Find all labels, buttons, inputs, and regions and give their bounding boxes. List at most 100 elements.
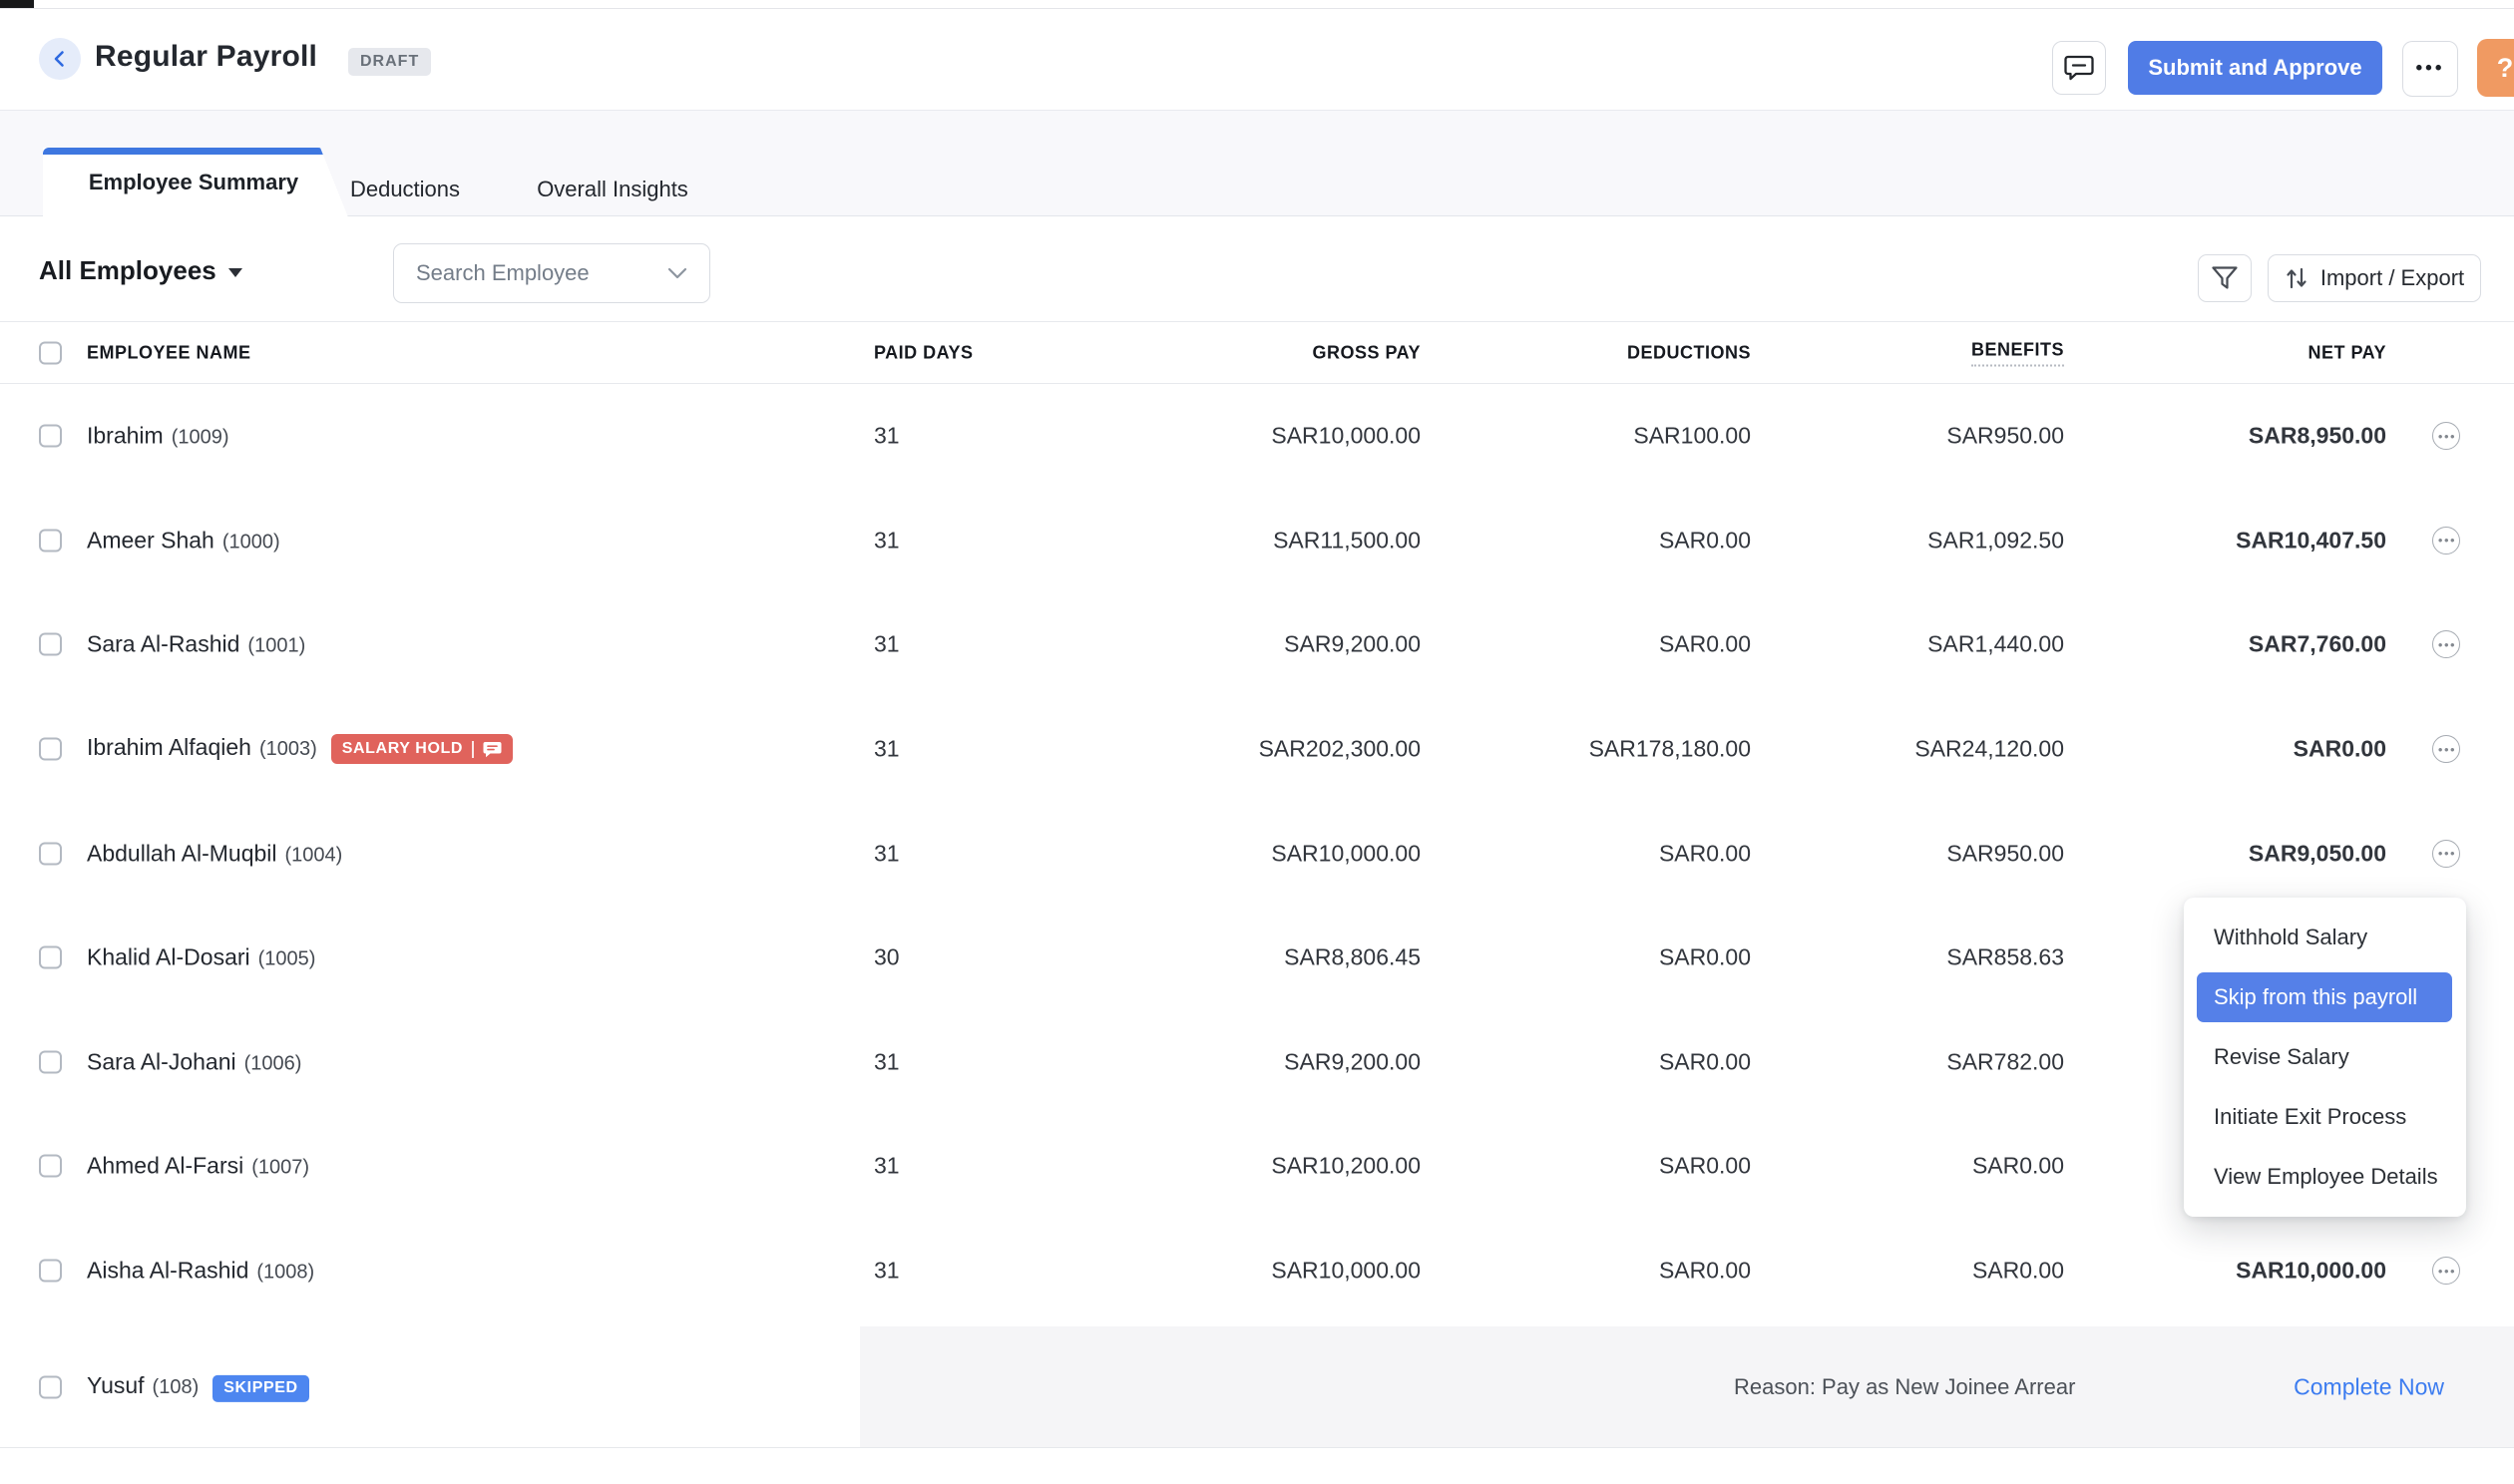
col-gross-pay: GROSS PAY — [1312, 342, 1421, 363]
employee-name: Ahmed Al-Farsi — [87, 1153, 243, 1179]
benefits-cell: SAR24,120.00 — [1914, 736, 2064, 763]
paid-days-cell: 31 — [874, 736, 900, 763]
help-button[interactable]: ? — [2477, 39, 2514, 97]
row-actions-button[interactable]: ••• — [2432, 735, 2460, 763]
row-actions-button[interactable]: ••• — [2432, 840, 2460, 868]
employee-name: Sara Al-Rashid — [87, 631, 239, 657]
row-checkbox[interactable] — [39, 633, 62, 656]
benefits-cell: SAR782.00 — [1946, 1048, 2064, 1075]
net-pay-cell: SAR10,000.00 — [2236, 1258, 2386, 1285]
deductions-cell: SAR178,180.00 — [1589, 736, 1751, 763]
table-row: Ibrahim Alfaqieh(1003)SALARY HOLD 31 SAR… — [0, 697, 2514, 802]
import-export-button[interactable]: Import / Export — [2268, 254, 2481, 302]
employee-name-cell: Ibrahim(1009) — [87, 423, 229, 450]
table-body: Ibrahim(1009) 31 SAR10,000.00 SAR100.00 … — [0, 384, 2514, 1322]
gross-pay-cell: SAR11,500.00 — [1273, 527, 1421, 554]
benefits-cell: SAR0.00 — [1972, 1258, 2064, 1285]
employee-name-cell: Ameer Shah(1000) — [87, 527, 280, 554]
table-row: Sara Al-Johani(1006) 31 SAR9,200.00 SAR0… — [0, 1010, 2514, 1115]
ellipsis-circle-icon: ••• — [2432, 630, 2460, 658]
tab-deductions[interactable]: Deductions — [350, 177, 460, 202]
more-actions-button[interactable]: ••• — [2402, 41, 2458, 97]
select-all-checkbox[interactable] — [39, 341, 62, 364]
net-pay-cell: SAR8,950.00 — [2249, 423, 2386, 450]
skipped-row: Reason: Pay as New Joinee Arrear Complet… — [0, 1326, 2514, 1448]
page-title: Regular Payroll — [95, 40, 317, 74]
paid-days-cell: 31 — [874, 527, 900, 554]
skip-reason-text: Reason: Pay as New Joinee Arrear — [1734, 1374, 2075, 1400]
page-header: Regular Payroll DRAFT Submit and Approve… — [0, 9, 2514, 110]
search-employee-select[interactable]: Search Employee — [393, 243, 710, 303]
employee-id: (1006) — [244, 1052, 302, 1074]
col-deductions: DEDUCTIONS — [1627, 342, 1751, 363]
employee-id: (108) — [153, 1375, 200, 1397]
comments-button[interactable] — [2052, 41, 2106, 95]
row-actions-button[interactable]: ••• — [2432, 630, 2460, 658]
menu-item-revise-salary[interactable]: Revise Salary — [2184, 1027, 2466, 1087]
row-checkbox[interactable] — [39, 1375, 62, 1398]
row-checkbox[interactable] — [39, 946, 62, 969]
row-actions-button[interactable]: ••• — [2432, 527, 2460, 555]
employee-name-cell: Abdullah Al-Muqbil(1004) — [87, 840, 342, 867]
deductions-cell: SAR0.00 — [1659, 631, 1751, 658]
benefits-cell: SAR858.63 — [1946, 944, 2064, 971]
net-pay-cell: SAR0.00 — [2294, 736, 2386, 763]
menu-item-skip-from-this-payroll[interactable]: Skip from this payroll — [2197, 972, 2452, 1022]
row-actions-button[interactable]: ••• — [2432, 1257, 2460, 1285]
benefits-cell: SAR0.00 — [1972, 1153, 2064, 1180]
skipped-reason-band: Reason: Pay as New Joinee Arrear Complet… — [860, 1326, 2514, 1447]
deductions-cell: SAR0.00 — [1659, 944, 1751, 971]
employee-id: (1009) — [172, 427, 229, 449]
employee-name: Khalid Al-Dosari — [87, 944, 250, 970]
ellipsis-circle-icon: ••• — [2432, 422, 2460, 450]
ellipsis-circle-icon: ••• — [2432, 735, 2460, 763]
employee-id: (1007) — [251, 1157, 309, 1179]
employee-name-cell: Sara Al-Rashid (1001) — [87, 631, 305, 658]
filter-button[interactable] — [2198, 254, 2252, 302]
tab-overall-insights[interactable]: Overall Insights — [537, 177, 688, 202]
question-mark-icon: ? — [2497, 53, 2514, 84]
employee-name: Aisha Al-Rashid — [87, 1258, 248, 1284]
table-row: Aisha Al-Rashid(1008) 31 SAR10,000.00 SA… — [0, 1219, 2514, 1323]
benefits-cell: SAR1,092.50 — [1927, 527, 2064, 554]
import-export-label: Import / Export — [2320, 265, 2464, 291]
deductions-cell: SAR0.00 — [1659, 1048, 1751, 1075]
menu-item-withhold-salary[interactable]: Withhold Salary — [2184, 908, 2466, 967]
speech-bubble-icon — [483, 741, 502, 758]
caret-down-icon — [228, 268, 242, 277]
employee-id: (1004) — [285, 844, 343, 866]
row-actions-button[interactable]: ••• — [2432, 422, 2460, 450]
table-header: EMPLOYEE NAME PAID DAYS GROSS PAY DEDUCT… — [0, 321, 2514, 384]
employee-scope-dropdown[interactable]: All Employees — [39, 255, 242, 286]
payroll-screen: Regular Payroll DRAFT Submit and Approve… — [0, 0, 2514, 1484]
row-checkbox[interactable] — [39, 1260, 62, 1283]
deductions-cell: SAR100.00 — [1633, 423, 1751, 450]
submit-and-approve-button[interactable]: Submit and Approve — [2128, 41, 2382, 95]
col-benefits: BENEFITS — [1971, 339, 2064, 366]
complete-now-link[interactable]: Complete Now — [2294, 1373, 2444, 1400]
deductions-cell: SAR0.00 — [1659, 1258, 1751, 1285]
gross-pay-cell: SAR9,200.00 — [1284, 631, 1421, 658]
employee-name: Sara Al-Johani — [87, 1048, 236, 1074]
window-edge-fragment — [0, 0, 34, 8]
row-checkbox[interactable] — [39, 842, 62, 865]
table-row: Abdullah Al-Muqbil(1004) 31 SAR10,000.00… — [0, 801, 2514, 906]
menu-item-view-employee-details[interactable]: View Employee Details — [2184, 1147, 2466, 1207]
back-button[interactable] — [39, 38, 81, 80]
deductions-cell: SAR0.00 — [1659, 1153, 1751, 1180]
paid-days-cell: 31 — [874, 840, 900, 867]
row-checkbox[interactable] — [39, 1155, 62, 1178]
menu-item-initiate-exit-process[interactable]: Initiate Exit Process — [2184, 1087, 2466, 1147]
speech-bubble-icon — [2064, 54, 2094, 82]
gross-pay-cell: SAR10,000.00 — [1271, 840, 1421, 867]
employee-id: (1001) — [247, 635, 305, 657]
gross-pay-cell: SAR9,200.00 — [1284, 1048, 1421, 1075]
employee-name-cell: Ahmed Al-Farsi (1007) — [87, 1153, 309, 1180]
row-checkbox[interactable] — [39, 738, 62, 761]
employee-name-cell: Khalid Al-Dosari(1005) — [87, 944, 315, 971]
deductions-cell: SAR0.00 — [1659, 840, 1751, 867]
row-checkbox[interactable] — [39, 1050, 62, 1073]
row-checkbox[interactable] — [39, 529, 62, 552]
tab-employee-summary[interactable]: Employee Summary — [43, 148, 348, 217]
row-checkbox[interactable] — [39, 425, 62, 448]
